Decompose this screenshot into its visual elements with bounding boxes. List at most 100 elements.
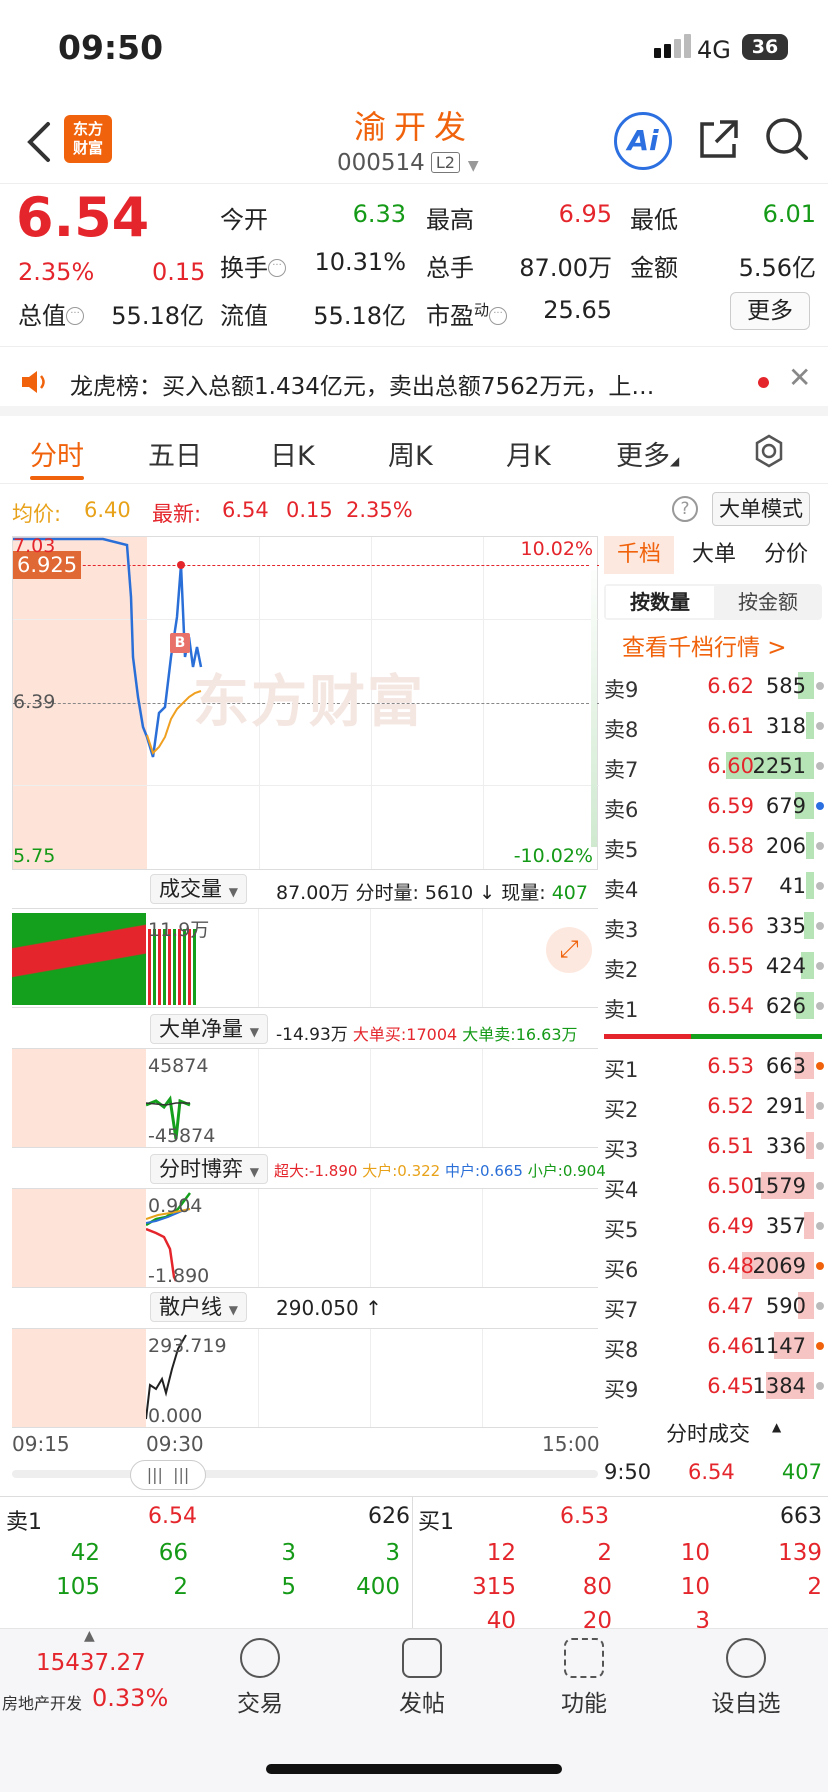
level-label: 买4 (604, 1178, 639, 1202)
info-icon[interactable]: ··· (66, 307, 84, 325)
bid-level[interactable]: 买5 6.49 357 (602, 1206, 826, 1246)
range-slider-handle[interactable]: ||| ||| (130, 1460, 206, 1490)
dragon-tiger-notice[interactable]: 龙虎榜：买入总额1.434亿元，卖出总额7562万元，上… ✕ (0, 346, 828, 416)
post-button[interactable]: 发帖 (362, 1632, 482, 1718)
level-price: 6.53 (707, 1054, 754, 1078)
change-amount: 0.15 (152, 258, 206, 286)
home-indicator (266, 1764, 562, 1774)
view-levels-link[interactable]: 查看千档行情 > (622, 628, 787, 662)
ask-level[interactable]: 卖2 6.55 424 (602, 946, 826, 986)
buy-queue-volume: 12 (486, 1540, 516, 1566)
ai-button[interactable]: Ai (614, 112, 672, 170)
tab-thousand-levels[interactable]: 千档 (604, 536, 674, 574)
share-icon[interactable] (696, 118, 740, 162)
y-top-label: 7.03 (13, 535, 56, 557)
volume-bars-premarket (12, 913, 146, 1005)
buy-queue-volume: 139 (778, 1540, 822, 1566)
level-volume: 626 (765, 994, 806, 1018)
tab-big-orders[interactable]: 大单 (692, 536, 736, 574)
buy-marker[interactable]: B (170, 633, 190, 653)
status-dot (816, 1342, 824, 1350)
tab-monthly-k[interactable]: 月K (506, 434, 551, 473)
status-dot (816, 762, 824, 770)
game-selector[interactable]: 分时博弈 ▼ (150, 1154, 268, 1184)
buy-queue-volume: 80 (582, 1574, 612, 1600)
level-label: 卖8 (604, 718, 639, 742)
ask-level[interactable]: 卖3 6.56 335 (602, 906, 826, 946)
retail-selector[interactable]: 散户线 ▼ (150, 1292, 247, 1322)
tab-intraday[interactable]: 分时 (30, 434, 84, 473)
info-icon[interactable]: ··· (489, 307, 508, 325)
big-order-chart[interactable]: 45874 -45874 (12, 1048, 598, 1148)
level-volume: 1579 (752, 1174, 806, 1198)
index-pct: 0.33% (92, 1684, 169, 1712)
bid-level[interactable]: 买8 6.46 1147 (602, 1326, 826, 1366)
tab-weekly-k[interactable]: 周K (388, 434, 433, 473)
retail-chart[interactable]: 293.719 0.000 (12, 1328, 598, 1428)
tab-five-day[interactable]: 五日 (148, 434, 202, 473)
big-ymin: -45874 (148, 1125, 216, 1147)
mcap-value: 55.18亿 (111, 302, 204, 330)
bid-level[interactable]: 买7 6.47 590 (602, 1286, 826, 1326)
bid-level[interactable]: 买2 6.52 291 (602, 1086, 826, 1126)
gear-icon[interactable] (750, 432, 788, 470)
stock-code[interactable]: 000514 L2 ▼ (337, 150, 479, 176)
y-mid-label: 6.39 (13, 691, 56, 713)
close-icon[interactable]: ✕ (788, 361, 811, 394)
ask-level[interactable]: 卖1 6.54 626 (602, 986, 826, 1026)
status-dot (816, 1062, 824, 1070)
big-order-selector[interactable]: 大单净量 ▼ (150, 1014, 268, 1044)
level-label: 卖6 (604, 798, 639, 822)
status-dot (816, 1262, 824, 1270)
deals-header[interactable]: 分时成交 ▲ (600, 1414, 828, 1448)
caret-icon: ◢ (670, 454, 680, 468)
volume-chart[interactable]: 11.9万 ⤢ (12, 908, 598, 1008)
signal-bar (664, 44, 671, 58)
bid-level[interactable]: 买6 6.48 2069 (602, 1246, 826, 1286)
by-amount-button[interactable]: 按金额 (714, 586, 822, 618)
more-button[interactable]: 更多 (730, 292, 810, 330)
ask-level[interactable]: 卖7 6.60 2251 (602, 746, 826, 786)
help-icon[interactable]: ? (672, 496, 698, 522)
level-volume: 1147 (752, 1334, 806, 1358)
big-order-mode-button[interactable]: 大单模式 (712, 492, 810, 526)
expand-icon[interactable]: ⤢ (546, 927, 592, 973)
index-value[interactable]: 15437.27 (36, 1650, 146, 1676)
ask-level[interactable]: 卖6 6.59 679 (602, 786, 826, 826)
status-dot (816, 722, 824, 730)
open-value: 6.33 (352, 200, 406, 228)
bid-level[interactable]: 买1 6.53 663 (602, 1046, 826, 1086)
ask-level[interactable]: 卖8 6.61 318 (602, 706, 826, 746)
price-legend: 均价: 6.40 最新: 6.54 0.15 2.35% ? 大单模式 (0, 484, 828, 532)
pre-market-area (12, 1329, 146, 1427)
ask-level[interactable]: 卖5 6.58 206 (602, 826, 826, 866)
buy1-label: 买1 (418, 1510, 454, 1535)
tab-more[interactable]: 更多◢ (616, 434, 679, 473)
info-icon[interactable]: ··· (268, 259, 286, 277)
add-watchlist-button[interactable]: 设自选 (686, 1632, 806, 1718)
trade-button[interactable]: 交易 (200, 1632, 320, 1718)
volume-selector[interactable]: 成交量 ▼ (150, 874, 247, 904)
functions-button[interactable]: 功能 (524, 1632, 644, 1718)
bid-level[interactable]: 买4 6.50 1579 (602, 1166, 826, 1206)
ask-level[interactable]: 卖9 6.62 585 (602, 666, 826, 706)
speaker-icon (22, 371, 45, 393)
by-quantity-button[interactable]: 按数量 (606, 586, 714, 618)
level-price: 6.47 (707, 1294, 754, 1318)
edit-icon (402, 1638, 442, 1678)
tab-daily-k[interactable]: 日K (270, 434, 315, 473)
game-chart[interactable]: 0.904 -1.890 (12, 1188, 598, 1288)
game-info: 超大:-1.890 大户:0.322 中户:0.665 小户:0.904 (274, 1160, 606, 1181)
ask-level[interactable]: 卖4 6.57 41 (602, 866, 826, 906)
search-icon[interactable] (764, 116, 810, 164)
unread-dot (758, 377, 769, 388)
price-chart[interactable]: 东方财富 B 6.925 7.03 6.39 5.75 10.02% -10.0… (12, 535, 599, 870)
bid-level[interactable]: 买3 6.51 336 (602, 1126, 826, 1166)
bid-level[interactable]: 买9 6.45 1384 (602, 1366, 826, 1406)
caret-up-icon: ▲ (772, 1420, 782, 1434)
tab-price-dist[interactable]: 分价 (764, 536, 808, 574)
volume-bar (806, 712, 814, 739)
float-label: 流值 (220, 302, 268, 330)
pe-sup: 动 (474, 301, 490, 319)
retail-info: 290.050 ↑ (276, 1296, 382, 1320)
